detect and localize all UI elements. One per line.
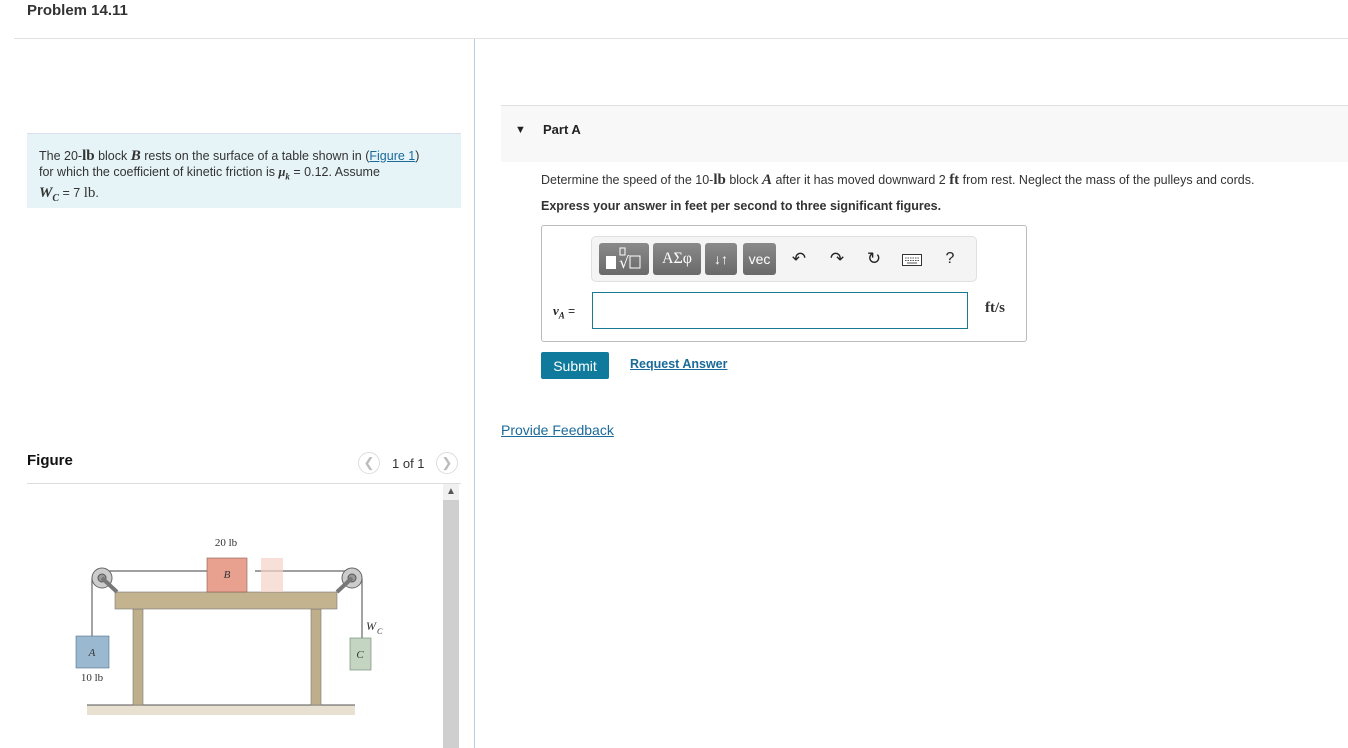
templates-sqrt-icon: √ (606, 247, 641, 272)
block-a-label: A (88, 647, 96, 659)
unit-lb: lb (82, 148, 95, 164)
answer-unit: ft/s (985, 300, 1005, 316)
answer-input[interactable] (592, 292, 968, 329)
part-a-header[interactable]: ▼ Part A (501, 105, 1348, 162)
problem-text: rests on the surface of a table shown in… (140, 149, 370, 163)
figure-divider (27, 483, 461, 484)
part-a-title: Part A (543, 122, 581, 137)
next-figure-button[interactable]: ❯ (436, 452, 458, 474)
triangle-down-icon[interactable]: ▼ (515, 124, 526, 136)
table-top (114, 591, 338, 610)
table-leg-left (132, 608, 144, 706)
request-answer-link[interactable]: Request Answer (630, 357, 727, 371)
submit-button[interactable]: Submit (541, 352, 609, 379)
vector-button[interactable]: vec (743, 243, 776, 275)
wc-label: W (366, 619, 377, 633)
chevron-left-icon: ❮ (363, 455, 375, 470)
unit-ft: ft (949, 172, 960, 188)
answer-variable-label: vA = (553, 303, 576, 321)
figure-page-indicator: 1 of 1 (392, 456, 425, 471)
prev-figure-button[interactable]: ❮ (358, 452, 380, 474)
scroll-up-button[interactable]: ▲ (443, 484, 459, 500)
provide-feedback-link[interactable]: Provide Feedback (501, 422, 614, 438)
mu-symbol: μk (278, 165, 290, 182)
figure-heading: Figure (27, 452, 73, 469)
block-c-label: C (356, 649, 364, 661)
problem-text: . (95, 185, 99, 200)
math-toolbar: √ ΑΣφ ↓↑ vec ↶ ↷ ↻ ? (591, 236, 977, 282)
greek-symbols-button[interactable]: ΑΣφ (653, 243, 701, 275)
page-title: Problem 14.11 (27, 2, 128, 19)
templates-button[interactable]: √ (599, 243, 649, 275)
wc-symbol: WC (39, 184, 60, 204)
block-b-motion-blur (261, 558, 283, 592)
block-b-symbol: B (130, 148, 141, 164)
answer-panel: √ ΑΣφ ↓↑ vec ↶ ↷ ↻ ? vA = ft/s (541, 225, 1027, 342)
block-a-symbol: A (761, 172, 772, 188)
problem-text: = 0.12. Assume (289, 165, 380, 179)
reset-icon[interactable]: ↻ (862, 243, 886, 275)
problem-text: block (94, 149, 131, 163)
block-b-label: B (224, 569, 231, 581)
keyboard-icon[interactable] (899, 243, 925, 275)
problem-text: = 7 (59, 185, 84, 200)
chevron-right-icon: ❯ (441, 455, 453, 470)
block-a-weight: 10 lb (81, 672, 104, 684)
table-leg-right (310, 608, 322, 706)
svg-text:√: √ (619, 253, 630, 272)
undo-icon[interactable]: ↶ (787, 243, 811, 275)
unit-lb: lb (83, 184, 96, 201)
unit-lb: lb (713, 172, 726, 188)
redo-icon[interactable]: ↷ (825, 243, 849, 275)
problem-text: The 20- (39, 149, 83, 163)
chevron-up-icon: ▲ (446, 486, 456, 497)
ground (87, 705, 355, 715)
figure-link[interactable]: Figure 1 (369, 149, 415, 163)
answer-instruction: Express your answer in feet per second t… (541, 199, 942, 213)
block-b-weight: 20 lb (215, 537, 238, 549)
panel-divider[interactable] (474, 39, 475, 748)
help-button[interactable]: ? (938, 243, 962, 275)
problem-statement: The 20-lb block B rests on the surface o… (27, 133, 461, 208)
figure-scrollbar[interactable] (443, 500, 459, 748)
part-a-question: Determine the speed of the 10-lb block A… (541, 172, 1255, 188)
header-divider (14, 38, 1348, 39)
pulley-table-diagram: B 20 lb A 10 lb C W C (75, 537, 383, 715)
arrows-button[interactable]: ↓↑ (705, 243, 737, 275)
problem-text: ) (415, 149, 420, 163)
wc-subscript: C (377, 627, 383, 636)
problem-text: for which the coefficient of kinetic fri… (39, 165, 279, 179)
